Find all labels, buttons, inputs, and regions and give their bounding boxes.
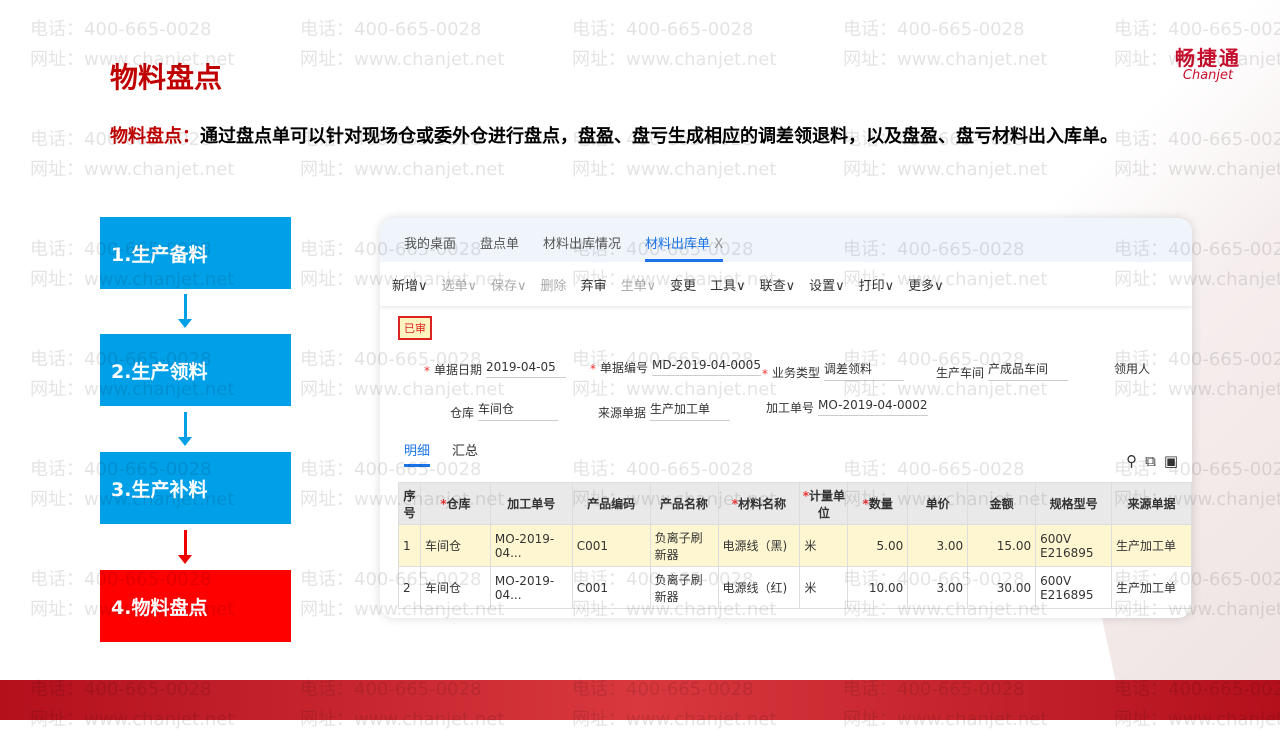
toolbar: 新增∨ 选单∨ 保存∨ 删除 弃审 生单∨ 变更 工具∨ 联查∨ 设置∨ 打印∨… [380,262,1192,306]
toolbar-save[interactable]: 保存∨ [491,275,527,294]
table-cell: MO-2019-04... [489,524,573,567]
tab-bar: 我的桌面 盘点单 材料出库情况 材料出库单 X [380,218,1192,262]
toolbar-unapprove[interactable]: 弃审 [581,275,607,294]
user-field[interactable]: 领用人 [1114,360,1150,377]
toolbar-new[interactable]: 新增∨ [392,275,428,294]
location-icon[interactable]: ⚲ [1126,452,1137,470]
col-header: 序号 [398,482,421,525]
workshop-field[interactable]: 生产车间 产成品车间 [936,360,1069,381]
toolbar-more[interactable]: 更多∨ [908,275,944,294]
arrow-down-icon [178,294,192,328]
doc-no-field[interactable]: * 单据编号 MD-2019-04-0005 [590,358,761,376]
app-screenshot: 我的桌面 盘点单 材料出库情况 材料出库单 X 新增∨ 选单∨ 保存∨ 删除 弃… [380,218,1192,618]
col-header: *仓库 [419,482,491,525]
table-cell: 车间仓 [419,524,491,567]
toolbar-query[interactable]: 联查∨ [760,275,796,294]
copy-icon[interactable]: ⧉ [1145,452,1156,470]
toolbar-settings[interactable]: 设置∨ [809,275,845,294]
toolbar-select[interactable]: 选单∨ [442,275,478,294]
tab-material-out-status[interactable]: 材料出库情况 [543,233,621,262]
table-cell: 米 [799,524,849,567]
toolbar-change[interactable]: 变更 [670,275,696,294]
table-cell: 负离子刷新器 [649,524,719,567]
table-cell: 600V E216895 [1035,524,1113,567]
table-cell: 10.00 [847,566,909,609]
table-cell: 车间仓 [419,566,491,609]
paste-icon[interactable]: ▣ [1164,452,1178,470]
date-field[interactable]: * 单据日期 2019-04-05 [424,360,567,378]
col-header: *数量 [847,482,909,525]
toolbar-tools[interactable]: 工具∨ [710,275,746,294]
table-cell: C001 [571,524,651,567]
status-badge: 已审 [398,316,432,340]
footer-band [0,680,1280,720]
detail-tabs: 明细 汇总 [404,440,478,467]
table-cell: 1 [398,524,421,567]
col-header: 金额 [967,482,1037,525]
watermark: 电话：400-665-0028网址：www.chanjet.net [572,19,777,70]
col-header: 产品名称 [649,482,719,525]
tab-detail[interactable]: 明细 [404,440,431,467]
biz-type-field[interactable]: * 业务类型 调差领料 [762,360,905,381]
table-cell: 电源线（黑) [717,524,801,567]
table-cell: 2 [398,566,421,609]
table-cell: C001 [571,566,651,609]
table-tools: ⚲ ⧉ ▣ [1126,452,1178,470]
table-cell: 30.00 [967,566,1037,609]
chanjet-logo: 畅捷通 Chanjet [1175,46,1241,83]
step-4: 4.物料盘点 [100,570,291,642]
description: 物料盘点：通过盘点单可以针对现场仓或委外仓进行盘点，盘盈、盘亏生成相应的调差领退… [110,126,1118,147]
col-header: 单价 [907,482,969,525]
table-cell: 15.00 [967,524,1037,567]
table-row[interactable]: 1 车间仓 MO-2019-04... C001 负离子刷新器 电源线（黑) 米 5.00 3.… [398,524,1192,567]
step-3: 3.生产补料 [100,452,291,524]
watermark: 电话：400-665-0028网址：www.chanjet.net [300,19,505,70]
col-header: 规格型号 [1035,482,1113,525]
tab-stocktake[interactable]: 盘点单 [480,233,519,262]
step-2: 2.生产领料 [100,334,291,406]
col-header: *材料名称 [717,482,801,525]
table-cell: 生产加工单 [1111,524,1192,567]
table-cell: 600V E216895 [1035,566,1113,609]
table-cell: 3.00 [907,524,969,567]
toolbar-print[interactable]: 打印∨ [859,275,895,294]
table-cell: 米 [799,566,849,609]
tab-summary[interactable]: 汇总 [452,440,478,467]
close-icon[interactable]: X [714,237,723,252]
toolbar-generate[interactable]: 生单∨ [621,275,657,294]
table-cell: 生产加工单 [1111,566,1192,609]
tab-material-out-doc[interactable]: 材料出库单 X [645,233,724,262]
detail-table: 序号 *仓库 加工单号 产品编码 产品名称 *材料名称 *计量单位 *数量 单价… [398,482,1192,609]
toolbar-delete[interactable]: 删除 [541,275,567,294]
slide-title: 物料盘点 [110,61,223,94]
step-1: 1.生产备料 [100,217,291,289]
col-header: 产品编码 [571,482,651,525]
col-header: 来源单据 [1111,482,1192,525]
tab-desktop[interactable]: 我的桌面 [404,233,456,262]
col-header: 加工单号 [489,482,573,525]
table-cell: 5.00 [847,524,909,567]
warehouse-field[interactable]: 仓库 车间仓 [450,400,559,421]
source-field[interactable]: 来源单据 生产加工单 [598,400,731,421]
table-cell: MO-2019-04... [489,566,573,609]
table-cell: 3.00 [907,566,969,609]
table-cell: 电源线（红) [717,566,801,609]
table-row[interactable]: 2 车间仓 MO-2019-04... C001 负离子刷新器 电源线（红) 米 10.00 3… [398,566,1192,609]
col-header: *计量单位 [799,482,849,525]
process-no-field[interactable]: 加工单号 MO-2019-04-0002 [766,398,928,416]
table-cell: 负离子刷新器 [649,566,719,609]
arrow-down-icon [178,530,192,564]
arrow-down-icon [178,412,192,446]
